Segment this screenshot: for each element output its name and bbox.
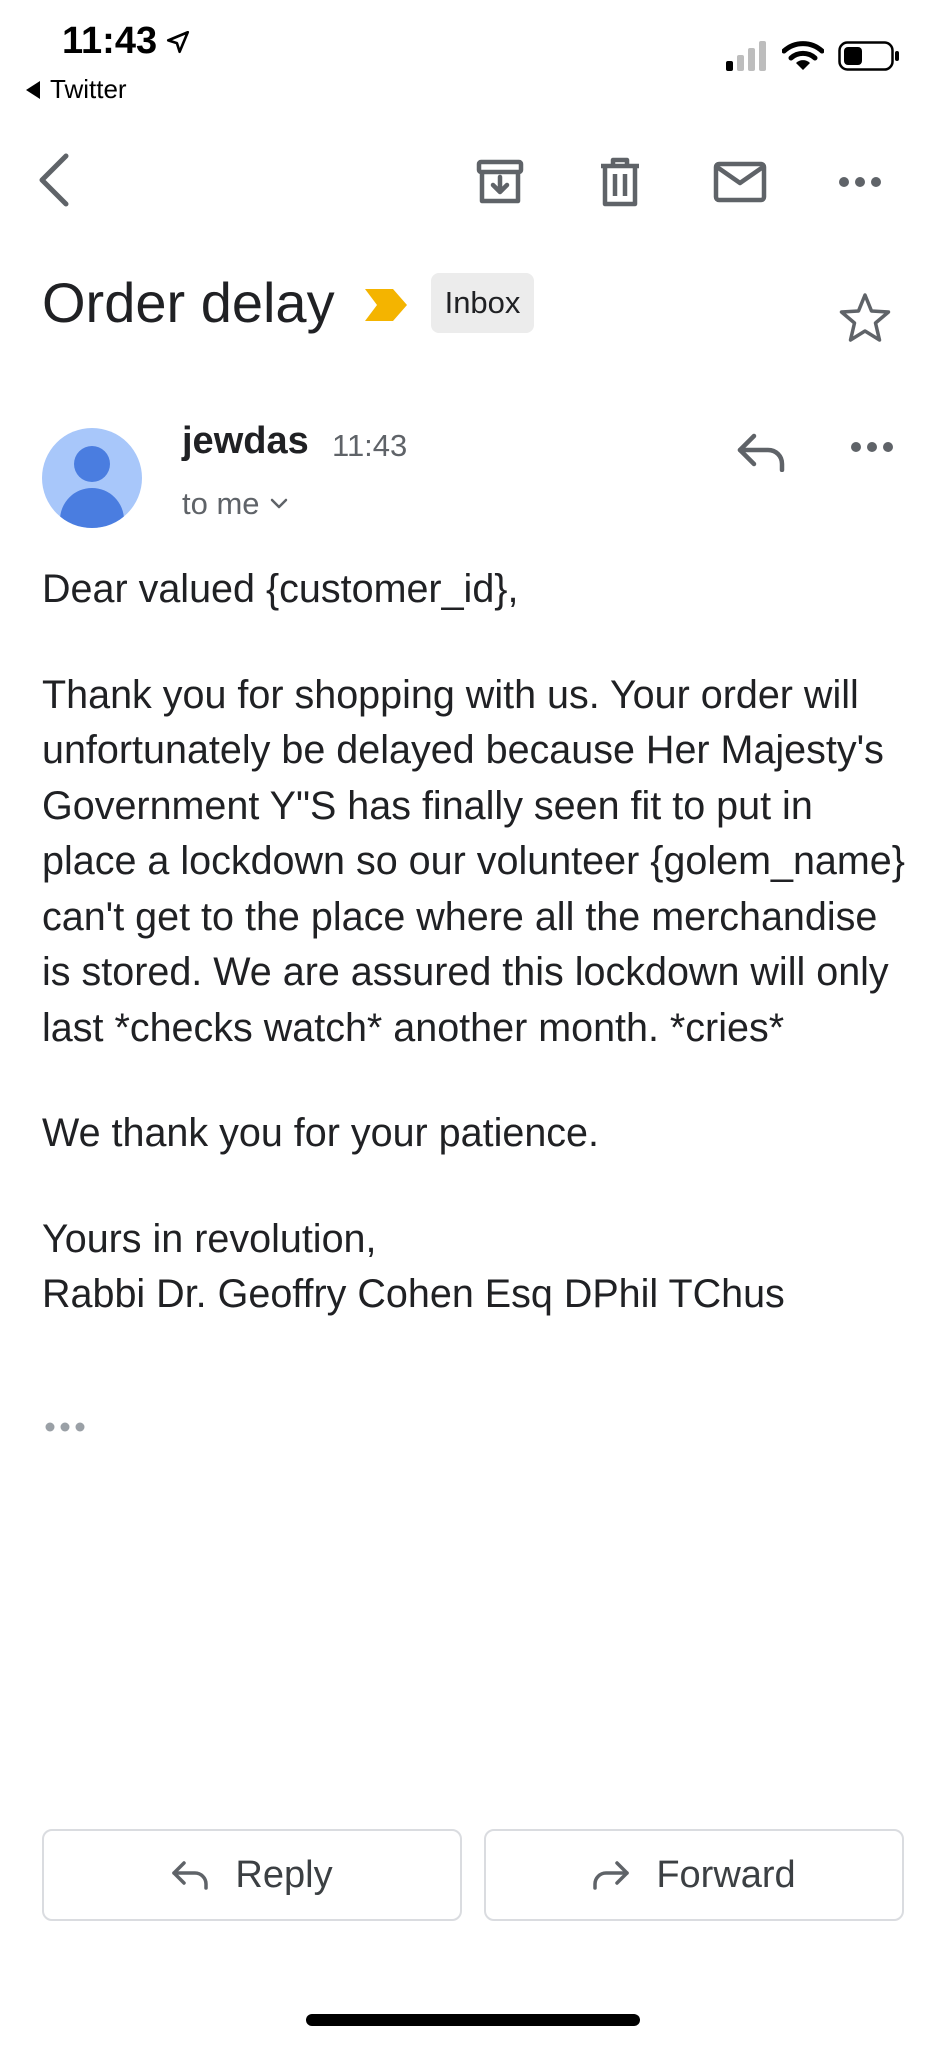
back-to-app-label: Twitter [50, 74, 127, 104]
body-paragraph: Thank you for shopping with us. Your ord… [42, 672, 905, 1050]
sender-avatar[interactable] [42, 428, 142, 528]
reply-quick-button[interactable] [736, 432, 786, 477]
trash-icon [601, 157, 639, 207]
back-button[interactable] [34, 152, 74, 213]
inbox-label-chip[interactable]: Inbox [430, 272, 535, 333]
chevron-down-icon [270, 498, 287, 509]
avatar-head-shape [74, 446, 110, 482]
mark-unread-button[interactable] [680, 150, 800, 214]
reply-icon [172, 1861, 209, 1890]
toolbar-actions [440, 150, 920, 214]
forward-button-label: Forward [656, 1853, 796, 1896]
avatar-body-shape [60, 488, 124, 528]
forward-button[interactable]: Forward [484, 1829, 904, 1921]
archive-button[interactable] [440, 150, 560, 214]
star-button[interactable] [838, 292, 892, 349]
thanks-line: We thank you for your patience. [42, 1111, 599, 1155]
ellipsis-icon [45, 1422, 85, 1432]
reply-icon [737, 433, 785, 473]
more-horizontal-icon [851, 442, 893, 452]
status-icons [726, 40, 900, 72]
message-more-button[interactable] [850, 440, 894, 458]
recipient-label: to me [182, 486, 260, 521]
signoff-line: Yours in revolution, [42, 1216, 377, 1261]
greeting: Dear valued {customer_id}, [42, 567, 519, 611]
reply-button-label: Reply [235, 1853, 333, 1896]
home-indicator[interactable] [306, 2014, 640, 2026]
archive-icon [476, 159, 524, 204]
signature-line: Rabbi Dr. Geoffry Cohen Esq DPhil TChus [42, 1272, 785, 1316]
chevron-left-icon [39, 153, 69, 207]
wifi-icon [782, 41, 824, 70]
email-body: Dear valued {customer_id}, Thank you for… [42, 562, 912, 1323]
back-to-app-link[interactable]: Twitter [24, 74, 127, 105]
star-icon [839, 293, 891, 342]
importance-marker-icon [364, 288, 407, 321]
subject-row: Order delay Inbox [42, 270, 535, 335]
more-options-button[interactable] [800, 150, 920, 214]
battery-icon [838, 41, 899, 71]
back-triangle-icon [26, 80, 40, 99]
forward-icon [593, 1861, 630, 1890]
status-time-text: 11:43 [62, 20, 158, 62]
mail-icon [713, 161, 767, 203]
reply-button[interactable]: Reply [42, 1829, 462, 1921]
email-subject: Order delay [42, 271, 335, 334]
status-bar-clock: 11:43 [62, 20, 191, 63]
recipient-details-toggle[interactable]: to me [182, 486, 288, 522]
delete-button[interactable] [560, 150, 680, 214]
sender-name: jewdas [182, 420, 309, 462]
cellular-signal-icon [726, 41, 766, 71]
email-view-screen: 11:43 Twitter Order delay Inbox jewdas 1… [0, 0, 946, 2048]
more-horizontal-icon [839, 177, 881, 187]
sent-time: 11:43 [332, 428, 408, 463]
show-trimmed-content-button[interactable] [44, 1420, 86, 1438]
location-arrow-icon [167, 30, 190, 53]
